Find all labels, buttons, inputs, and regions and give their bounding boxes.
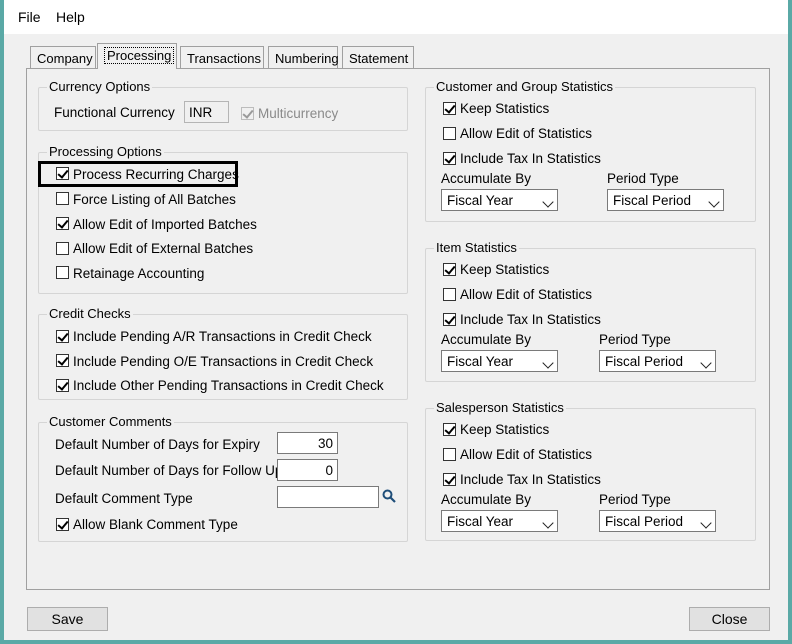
sp-include-tax-checkbox[interactable] [443, 473, 456, 486]
item-stats-title: Item Statistics [434, 240, 519, 255]
functional-currency-label: Functional Currency [54, 105, 175, 120]
pending-ar-checkbox[interactable] [56, 330, 69, 343]
sp-period-type-select[interactable]: Fiscal Period [599, 510, 716, 532]
comment-type-label: Default Comment Type [55, 491, 193, 506]
force-listing-label: Force Listing of All Batches [73, 192, 236, 207]
menu-file[interactable]: File [18, 9, 41, 25]
item-accumulate-by-select[interactable]: Fiscal Year [441, 350, 558, 372]
tab-processing-label: Processing [104, 47, 175, 64]
tab-processing[interactable]: Processing [97, 43, 177, 69]
item-allow-edit-checkbox[interactable] [443, 288, 456, 301]
sp-period-type-label: Period Type [599, 492, 671, 507]
cg-accumulate-by-label: Accumulate By [441, 171, 532, 186]
process-recurring-charges-checkbox[interactable] [56, 167, 69, 180]
close-button[interactable]: Close [689, 607, 770, 631]
retainage-accounting-checkbox[interactable] [56, 266, 69, 279]
customer-group-stats-title: Customer and Group Statistics [434, 79, 616, 94]
search-icon[interactable] [382, 489, 396, 503]
expiry-days-label: Default Number of Days for Expiry [55, 437, 260, 452]
sp-keep-stats-checkbox[interactable] [443, 423, 456, 436]
tab-numbering[interactable]: Numbering [268, 46, 339, 68]
multicurrency-label: Multicurrency [258, 106, 339, 121]
cg-allow-edit-label: Allow Edit of Statistics [460, 126, 593, 141]
followup-days-label: Default Number of Days for Follow Up [55, 463, 283, 478]
comment-type-field[interactable] [277, 486, 379, 508]
processing-options-title: Processing Options [47, 144, 164, 159]
cg-allow-edit-checkbox[interactable] [443, 127, 456, 140]
pending-oe-label: Include Pending O/E Transactions in Cred… [73, 354, 374, 369]
allow-edit-external-checkbox[interactable] [56, 242, 69, 255]
tab-company[interactable]: Company [30, 46, 96, 68]
functional-currency-field[interactable]: INR [184, 101, 229, 123]
cg-accumulate-by-value: Fiscal Year [447, 193, 514, 208]
cg-period-type-value: Fiscal Period [613, 193, 692, 208]
item-include-tax-label: Include Tax In Statistics [460, 312, 601, 327]
item-allow-edit-label: Allow Edit of Statistics [460, 287, 593, 302]
allow-edit-external-label: Allow Edit of External Batches [73, 241, 254, 256]
sp-accumulate-by-select[interactable]: Fiscal Year [441, 510, 558, 532]
retainage-accounting-label: Retainage Accounting [73, 266, 205, 281]
sp-allow-edit-label: Allow Edit of Statistics [460, 447, 593, 462]
expiry-days-field[interactable]: 30 [277, 432, 338, 454]
cg-keep-stats-label: Keep Statistics [460, 101, 550, 116]
item-period-type-select[interactable]: Fiscal Period [599, 350, 716, 372]
allow-edit-imported-checkbox[interactable] [56, 217, 69, 230]
pending-ar-label: Include Pending A/R Transactions in Cred… [73, 329, 372, 344]
allow-blank-comment-checkbox[interactable] [56, 518, 69, 531]
sp-include-tax-label: Include Tax In Statistics [460, 472, 601, 487]
chevron-down-icon [542, 196, 554, 208]
chevron-down-icon [700, 357, 712, 369]
chevron-down-icon [700, 517, 712, 529]
chevron-down-icon [708, 196, 720, 208]
item-period-type-value: Fiscal Period [605, 354, 684, 369]
pending-other-label: Include Other Pending Transactions in Cr… [73, 378, 384, 393]
save-button[interactable]: Save [27, 607, 108, 631]
cg-include-tax-label: Include Tax In Statistics [460, 151, 601, 166]
cg-period-type-label: Period Type [607, 171, 679, 186]
item-period-type-label: Period Type [599, 332, 671, 347]
sp-keep-stats-label: Keep Statistics [460, 422, 550, 437]
force-listing-checkbox[interactable] [56, 192, 69, 205]
chevron-down-icon [542, 517, 554, 529]
multicurrency-checkbox[interactable] [241, 107, 254, 120]
sp-accumulate-by-value: Fiscal Year [447, 514, 514, 529]
cg-accumulate-by-select[interactable]: Fiscal Year [441, 189, 558, 211]
item-accumulate-by-value: Fiscal Year [447, 354, 514, 369]
pending-other-checkbox[interactable] [56, 379, 69, 392]
credit-checks-title: Credit Checks [47, 306, 133, 321]
menu-help[interactable]: Help [56, 9, 85, 25]
sp-period-type-value: Fiscal Period [605, 514, 684, 529]
customer-comments-title: Customer Comments [47, 414, 174, 429]
allow-edit-imported-label: Allow Edit of Imported Batches [73, 217, 257, 232]
cg-period-type-select[interactable]: Fiscal Period [607, 189, 724, 211]
followup-days-field[interactable]: 0 [277, 459, 338, 481]
item-accumulate-by-label: Accumulate By [441, 332, 532, 347]
item-keep-stats-label: Keep Statistics [460, 262, 550, 277]
pending-oe-checkbox[interactable] [56, 354, 69, 367]
item-include-tax-checkbox[interactable] [443, 313, 456, 326]
salesperson-stats-title: Salesperson Statistics [434, 400, 566, 415]
chevron-down-icon [542, 357, 554, 369]
menu-bar: File Help [4, 0, 788, 34]
sp-accumulate-by-label: Accumulate By [441, 492, 532, 507]
sp-allow-edit-checkbox[interactable] [443, 448, 456, 461]
tab-transactions[interactable]: Transactions [180, 46, 264, 68]
cg-include-tax-checkbox[interactable] [443, 152, 456, 165]
process-recurring-charges-label: Process Recurring Charges [73, 167, 239, 182]
item-keep-stats-checkbox[interactable] [443, 263, 456, 276]
tab-statement[interactable]: Statement [342, 46, 414, 68]
currency-options-title: Currency Options [47, 79, 153, 94]
cg-keep-stats-checkbox[interactable] [443, 102, 456, 115]
allow-blank-comment-label: Allow Blank Comment Type [73, 517, 238, 532]
